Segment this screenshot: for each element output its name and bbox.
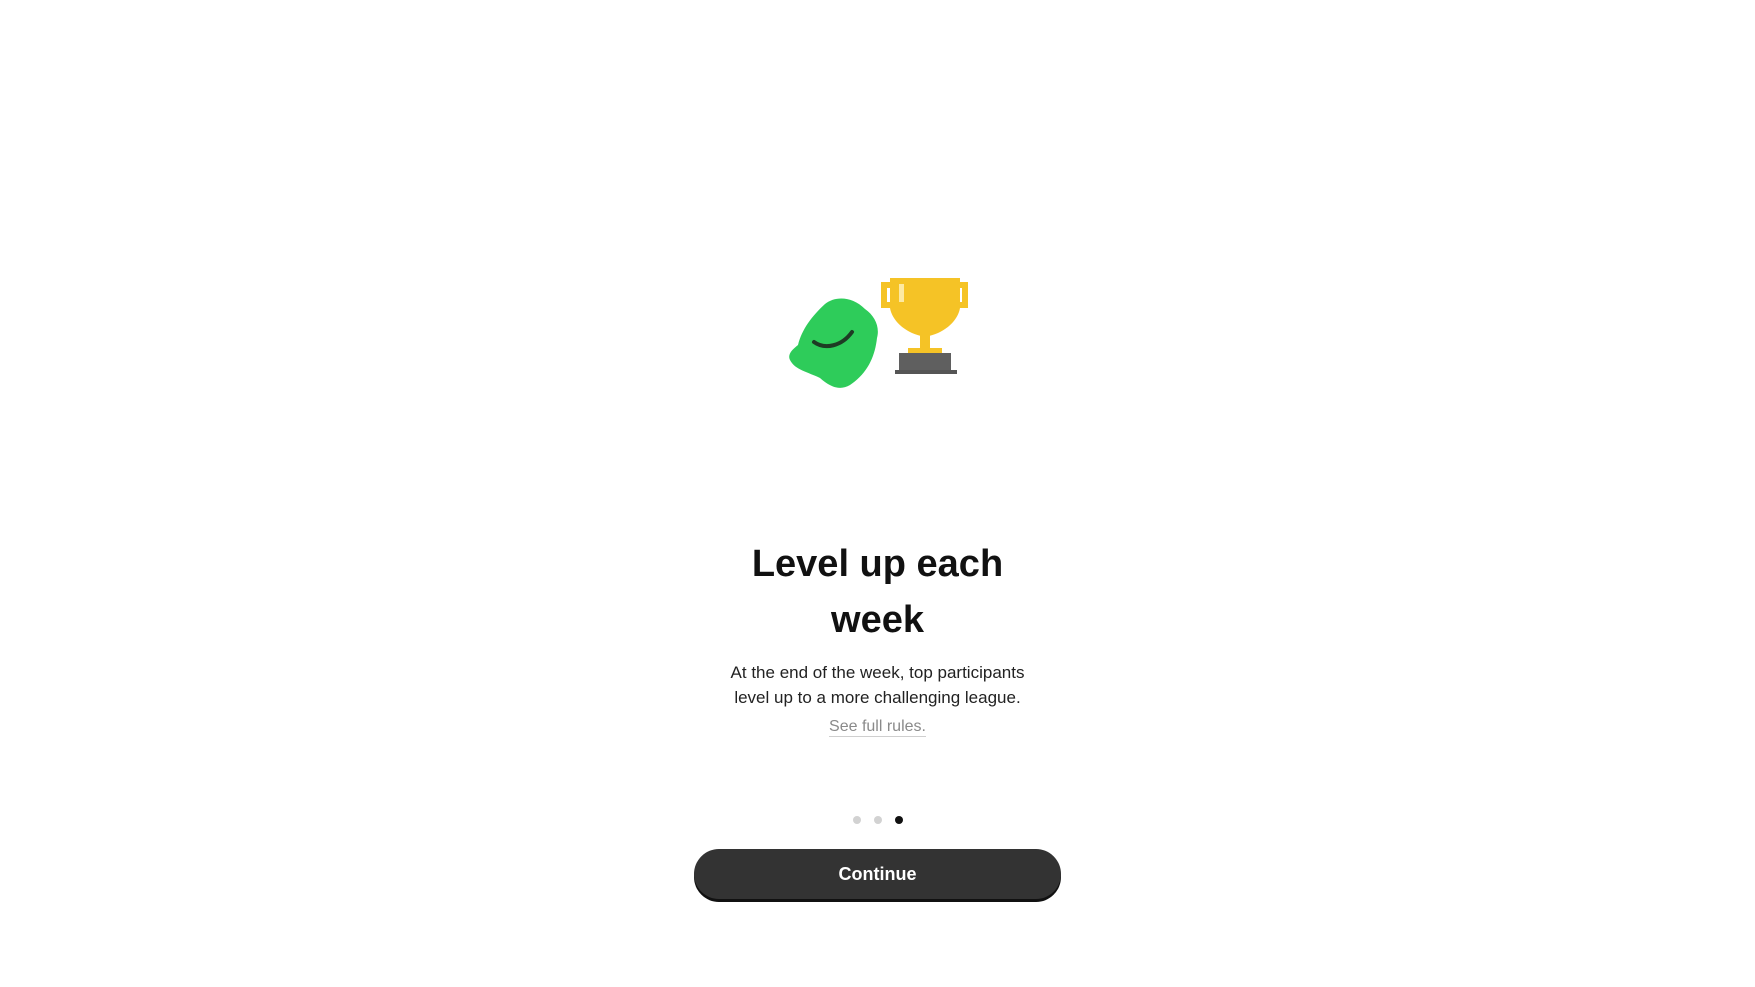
pagination-dot-1[interactable] (852, 816, 861, 824)
description: At the end of the week, top participants… (0, 660, 1755, 710)
pagination-dots (0, 816, 1755, 824)
onboarding-screen: Level up each week At the end of the wee… (0, 0, 1755, 987)
pagination-dot-3-active[interactable] (894, 816, 903, 824)
continue-button[interactable]: Continue (694, 849, 1061, 899)
blob-mascot-icon (789, 298, 878, 388)
title-line: week (831, 599, 924, 641)
description-line: At the end of the week, top participants (730, 663, 1025, 682)
see-full-rules-link[interactable]: See full rules. (829, 718, 926, 737)
page-title: Level up each week (0, 536, 1755, 648)
description-line: level up to a more challenging league. (734, 688, 1021, 707)
league-illustration (789, 278, 968, 388)
title-line: Level up each (751, 543, 1004, 585)
trophy-icon (881, 278, 968, 374)
pagination-dot-2[interactable] (873, 816, 882, 824)
rules-link-container: See full rules. (0, 718, 1755, 737)
